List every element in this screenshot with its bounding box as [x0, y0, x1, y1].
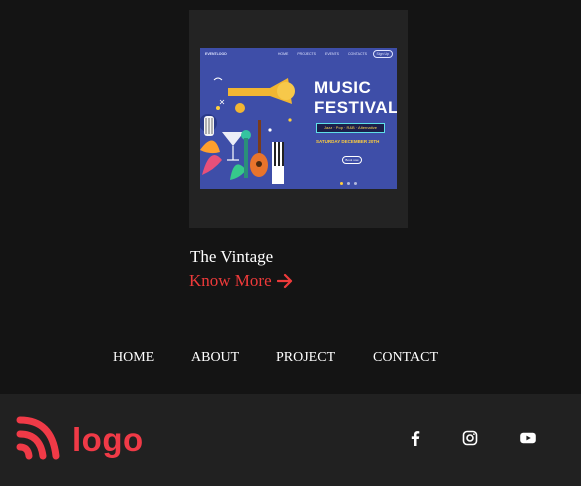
- youtube-icon[interactable]: [519, 429, 537, 447]
- logo-text: logo: [72, 420, 144, 458]
- poster-carousel-dots: [340, 172, 361, 189]
- carousel-dot: [354, 182, 357, 185]
- poster-title-line: MUSIC: [314, 78, 372, 97]
- nav-item-home[interactable]: HOME: [113, 349, 154, 367]
- instagram-icon[interactable]: [461, 429, 479, 447]
- music-festival-poster: EVENTLOOD HOME PROJECTS EVENTS CONTACTS …: [200, 48, 397, 189]
- poster-date: SATURDAY DECEMBER 20TH: [316, 139, 380, 144]
- know-more-label: Know More: [189, 271, 272, 290]
- signal-waves-icon: [16, 414, 62, 465]
- footer: logo: [0, 394, 581, 486]
- poster-nav-bar: EVENTLOOD HOME PROJECTS EVENTS CONTACTS …: [200, 48, 397, 60]
- poster-nav-link: HOME: [277, 52, 289, 56]
- poster-button: Book now: [342, 156, 362, 164]
- know-more-link[interactable]: Know More: [189, 271, 293, 291]
- facebook-icon[interactable]: [406, 429, 424, 447]
- poster-signup: Sign Up: [372, 50, 393, 58]
- poster-nav-links: HOME PROJECTS EVENTS CONTACTS: [270, 52, 367, 56]
- main-nav: HOME ABOUT PROJECT CONTACT: [0, 349, 581, 369]
- poster-title-line: FESTIVAL: [314, 98, 397, 117]
- poster-title: MUSIC FESTIVAL: [314, 78, 397, 118]
- logo[interactable]: logo: [16, 414, 144, 465]
- nav-item-contact[interactable]: CONTACT: [373, 349, 438, 367]
- arrow-right-icon: [276, 273, 293, 289]
- nav-item-project[interactable]: PROJECT: [276, 349, 335, 367]
- poster-nav-link: EVENTS: [325, 52, 340, 56]
- nav-item-about[interactable]: ABOUT: [191, 349, 239, 367]
- music-instruments-illustration: [200, 77, 295, 184]
- poster-nav-link: PROJECTS: [297, 52, 317, 56]
- project-card-thumbnail[interactable]: EVENTLOOD HOME PROJECTS EVENTS CONTACTS …: [189, 10, 408, 228]
- poster-nav-link: CONTACTS: [348, 52, 367, 56]
- carousel-dot: [347, 182, 350, 185]
- poster-genres: Jazz · Pop · R&B · Alternative: [316, 123, 385, 133]
- poster-brand: EVENTLOOD: [205, 52, 227, 56]
- card-title: The Vintage: [190, 247, 274, 266]
- carousel-dot: [340, 182, 343, 185]
